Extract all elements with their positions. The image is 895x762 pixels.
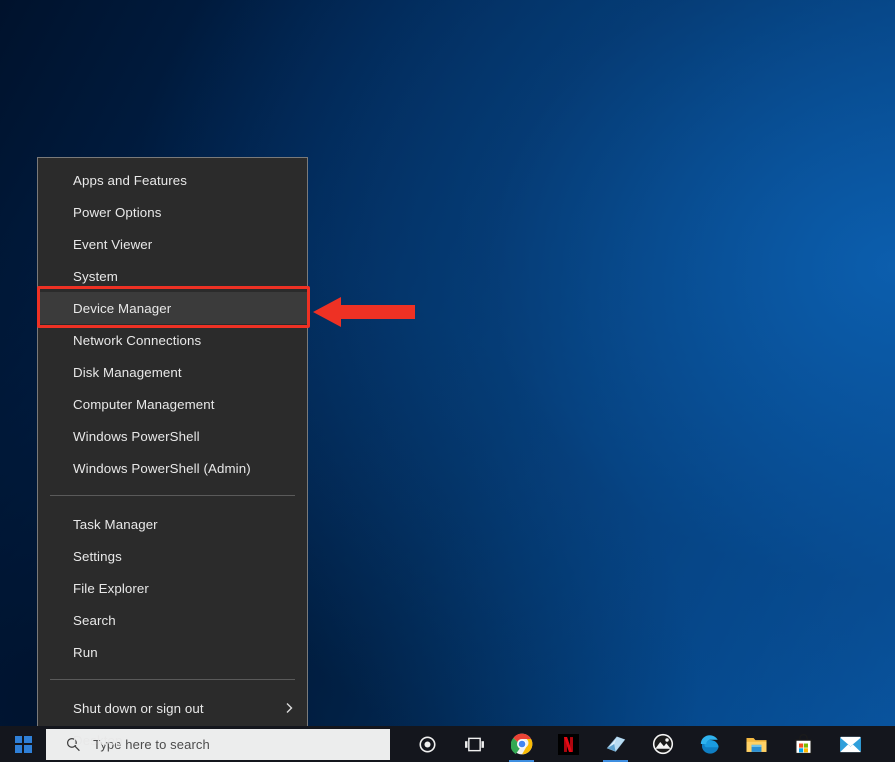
menu-item-label: Event Viewer <box>73 236 153 252</box>
menu-item-label: Computer Management <box>73 396 215 412</box>
task-view-icon <box>464 736 485 753</box>
menu-item-settings[interactable]: Settings <box>38 540 307 572</box>
menu-item-label: Run <box>73 644 98 660</box>
menu-item-label: Task Manager <box>73 516 158 532</box>
menu-item-run[interactable]: Run <box>38 636 307 668</box>
menu-item-label: Power Options <box>73 204 162 220</box>
menu-item-label: Apps and Features <box>73 172 188 188</box>
menu-item-shut-down-or-sign-out[interactable]: Shut down or sign out <box>38 692 307 724</box>
menu-separator <box>50 495 295 496</box>
microsoft-store-icon <box>793 733 814 755</box>
menu-item-event-viewer[interactable]: Event Viewer <box>38 228 307 260</box>
chevron-right-icon <box>283 702 295 714</box>
menu-item-label: Search <box>73 612 116 628</box>
menu-item-system[interactable]: System <box>38 260 307 292</box>
menu-group: Shut down or sign out Desktop <box>38 686 307 761</box>
cortana-icon <box>418 735 437 754</box>
menu-item-label: Desktop <box>73 732 123 748</box>
menu-item-apps-and-features[interactable]: Apps and Features <box>38 164 307 196</box>
file-explorer-taskbar-button[interactable] <box>733 726 780 762</box>
microsoft-store-taskbar-button[interactable] <box>780 726 827 762</box>
microsoft-edge-taskbar-button[interactable] <box>686 726 733 762</box>
menu-item-desktop[interactable]: Desktop <box>38 724 307 756</box>
google-chrome-icon <box>510 733 533 755</box>
google-chrome-taskbar-button[interactable] <box>498 726 545 762</box>
winx-power-user-menu: Apps and Features Power Options Event View… <box>37 157 310 748</box>
mail-icon <box>839 735 862 754</box>
menu-item-label: Windows PowerShell <box>73 428 200 444</box>
photos-icon <box>652 733 674 755</box>
cortana-taskbar-button[interactable] <box>404 726 451 762</box>
menu-group: Apps and Features Power Options Event View… <box>37 158 310 489</box>
menu-item-file-explorer[interactable]: File Explorer <box>38 572 307 604</box>
microsoft-edge-icon <box>699 733 721 755</box>
menu-item-label: System <box>73 268 118 284</box>
menu-item-windows-powershell-admin[interactable]: Windows PowerShell (Admin) <box>38 452 307 484</box>
taskbar-icon-tray <box>390 726 874 762</box>
red-arrow-annotation <box>313 297 415 327</box>
menu-separator <box>50 679 295 680</box>
menu-item-task-manager[interactable]: Task Manager <box>38 508 307 540</box>
menu-group: Task Manager Settings File Explorer Search R… <box>38 502 307 673</box>
menu-item-label: Windows PowerShell (Admin) <box>73 460 251 476</box>
menu-item-search[interactable]: Search <box>38 604 307 636</box>
menu-item-label: File Explorer <box>73 580 149 596</box>
menu-item-label: Disk Management <box>73 364 182 380</box>
blue-app-icon <box>605 734 627 754</box>
menu-item-disk-management[interactable]: Disk Management <box>38 356 307 388</box>
menu-item-label: Shut down or sign out <box>73 700 204 716</box>
menu-item-device-manager[interactable]: Device Manager <box>37 286 310 328</box>
task-view-taskbar-button[interactable] <box>451 726 498 762</box>
netflix-taskbar-button[interactable] <box>545 726 592 762</box>
menu-item-computer-management[interactable]: Computer Management <box>38 388 307 420</box>
blue-app-taskbar-button[interactable] <box>592 726 639 762</box>
windows-logo-icon <box>14 735 32 753</box>
menu-item-label: Settings <box>73 548 122 564</box>
menu-item-windows-powershell[interactable]: Windows PowerShell <box>38 420 307 452</box>
photos-taskbar-button[interactable] <box>639 726 686 762</box>
mail-taskbar-button[interactable] <box>827 726 874 762</box>
netflix-icon <box>558 733 579 755</box>
menu-item-power-options[interactable]: Power Options <box>38 196 307 228</box>
menu-item-network-connections[interactable]: Network Connections <box>38 324 307 356</box>
menu-item-label: Network Connections <box>73 332 202 348</box>
desktop-screen: Apps and Features Power Options Event View… <box>0 0 895 762</box>
menu-item-label: Device Manager <box>73 300 172 316</box>
file-explorer-icon <box>745 734 768 754</box>
